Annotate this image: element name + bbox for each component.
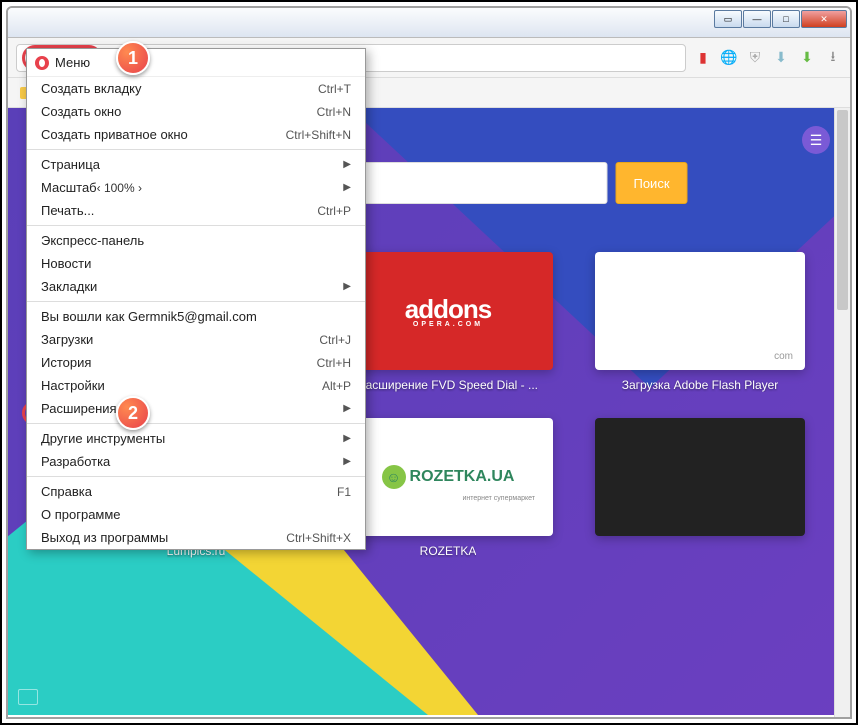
menu-item-экспресс-панель[interactable]: Экспресс-панель [27,229,365,252]
menu-item-настройки[interactable]: Настройки Alt+P [27,374,365,397]
menu-item-загрузки[interactable]: Загрузки Ctrl+J [27,328,365,351]
rozetka-logo-icon: ☺ [382,465,406,489]
menu-shortcut: F1 [337,485,351,499]
menu-shortcut: Ctrl+T [318,82,351,96]
chevron-right-icon: ▶ [343,182,351,193]
window-controls: ▭ — □ ✕ [714,8,848,28]
annotation-callout-1: 1 [116,41,150,75]
chevron-right-icon: ▶ [343,433,351,444]
close-button[interactable]: ✕ [801,10,847,28]
menu-header[interactable]: Меню [27,49,365,77]
menu-item-label: Справка [41,484,92,499]
menu-item-справка[interactable]: Справка F1 [27,480,365,503]
bookmark-icon[interactable]: ▮ [694,49,712,67]
shield-icon[interactable]: ⛨ [746,49,764,67]
menu-item-масштаб[interactable]: Масштаб‹ 100% › ▶ [27,176,365,199]
menu-item-label: Выход из программы [41,530,168,545]
scrollbar-thumb[interactable] [837,110,848,310]
search-button[interactable]: Поиск [616,162,688,204]
sidebar-toggle[interactable] [18,689,38,705]
menu-separator [27,301,365,302]
menu-item-о-программе[interactable]: О программе [27,503,365,526]
main-menu: Меню Создать вкладку Ctrl+T Создать окно Ct… [26,48,366,550]
chevron-right-icon: ▶ [343,159,351,170]
zoom-control[interactable]: ‹ 100% › [97,181,142,195]
chevron-right-icon: ▶ [343,281,351,292]
menu-item-печать-[interactable]: Печать... Ctrl+P [27,199,365,222]
menu-item-label: Создать окно [41,104,121,119]
menu-item-label: Разработка [41,454,110,469]
menu-item-label: Масштаб [41,180,97,195]
menu-item-label: О программе [41,507,121,522]
menu-item-другие-инструменты[interactable]: Другие инструменты ▶ [27,427,365,450]
maximize-button[interactable]: □ [772,10,800,28]
menu-item-label: Страница [41,157,100,172]
tile-rozetka[interactable]: ☺ROZETKA.UA интернет супермаркет ROZETKA [338,418,558,558]
menu-item-история[interactable]: История Ctrl+H [27,351,365,374]
menu-item-создать-приватное-окно[interactable]: Создать приватное окно Ctrl+Shift+N [27,123,365,146]
menu-item-выход-из-программы[interactable]: Выход из программы Ctrl+Shift+X [27,526,365,549]
customize-button[interactable]: ☰ [802,126,830,154]
annotation-callout-2: 2 [116,396,150,430]
menu-shortcut: Ctrl+Shift+N [286,128,351,142]
tile-more[interactable] [590,418,810,558]
menu-item-label: Другие инструменты [41,431,165,446]
title-bar: ▭ — □ ✕ [8,8,850,38]
minimize-button[interactable]: — [743,10,771,28]
menu-item-label: Экспресс-панель [41,233,144,248]
menu-shortcut: Ctrl+N [317,105,351,119]
browser-window: ▭ — □ ✕ или веб-адрес ▮ 🌐 ⛨ ⬇ ⬇ ⭳ fox Un… [6,6,852,719]
menu-shortcut: Ctrl+H [317,356,351,370]
menu-item-label: Новости [41,256,91,271]
menu-item-label: Расширения [41,401,117,416]
menu-shortcut: Ctrl+J [319,333,351,347]
menu-item-label: История [41,355,91,370]
menu-shortcut: Ctrl+P [317,204,351,218]
menu-shortcut: Alt+P [322,379,351,393]
scrollbar[interactable] [834,108,850,717]
menu-item-создать-окно[interactable]: Создать окно Ctrl+N [27,100,365,123]
menu-item-label: Создать приватное окно [41,127,188,142]
menu-shortcut: Ctrl+Shift+X [286,531,351,545]
tile-flash[interactable]: com Загрузка Adobe Flash Player [590,252,810,392]
menu-item-label: Вы вошли как Germnik5@gmail.com [41,309,257,324]
menu-item-создать-вкладку[interactable]: Создать вкладку Ctrl+T [27,77,365,100]
popup-button[interactable]: ▭ [714,10,742,28]
opera-icon [35,56,49,70]
menu-item-label: Настройки [41,378,105,393]
tile-addons[interactable]: addonsOPERA.COM Расширение FVD Speed Dia… [338,252,558,392]
menu-title: Меню [55,55,90,70]
save-icon[interactable]: ⭳ [824,49,842,67]
menu-item-вы-вошли-как-germnik5-gmail-com[interactable]: Вы вошли как Germnik5@gmail.com [27,305,365,328]
extension-icon[interactable]: ⬇ [798,49,816,67]
menu-item-страница[interactable]: Страница ▶ [27,153,365,176]
chevron-right-icon: ▶ [343,403,351,414]
menu-item-label: Создать вкладку [41,81,142,96]
menu-separator [27,423,365,424]
menu-item-label: Закладки [41,279,97,294]
globe-icon[interactable]: 🌐 [720,49,738,67]
menu-separator [27,476,365,477]
menu-item-новости[interactable]: Новости [27,252,365,275]
menu-separator [27,149,365,150]
menu-item-label: Загрузки [41,332,93,347]
menu-item-разработка[interactable]: Разработка ▶ [27,450,365,473]
outer-frame: ▭ — □ ✕ или веб-адрес ▮ 🌐 ⛨ ⬇ ⬇ ⭳ fox Un… [0,0,858,725]
chevron-right-icon: ▶ [343,456,351,467]
menu-item-закладки[interactable]: Закладки ▶ [27,275,365,298]
menu-item-label: Печать... [41,203,94,218]
menu-item-расширения[interactable]: Расширения ▶ [27,397,365,420]
menu-separator [27,225,365,226]
download-icon[interactable]: ⬇ [772,49,790,67]
